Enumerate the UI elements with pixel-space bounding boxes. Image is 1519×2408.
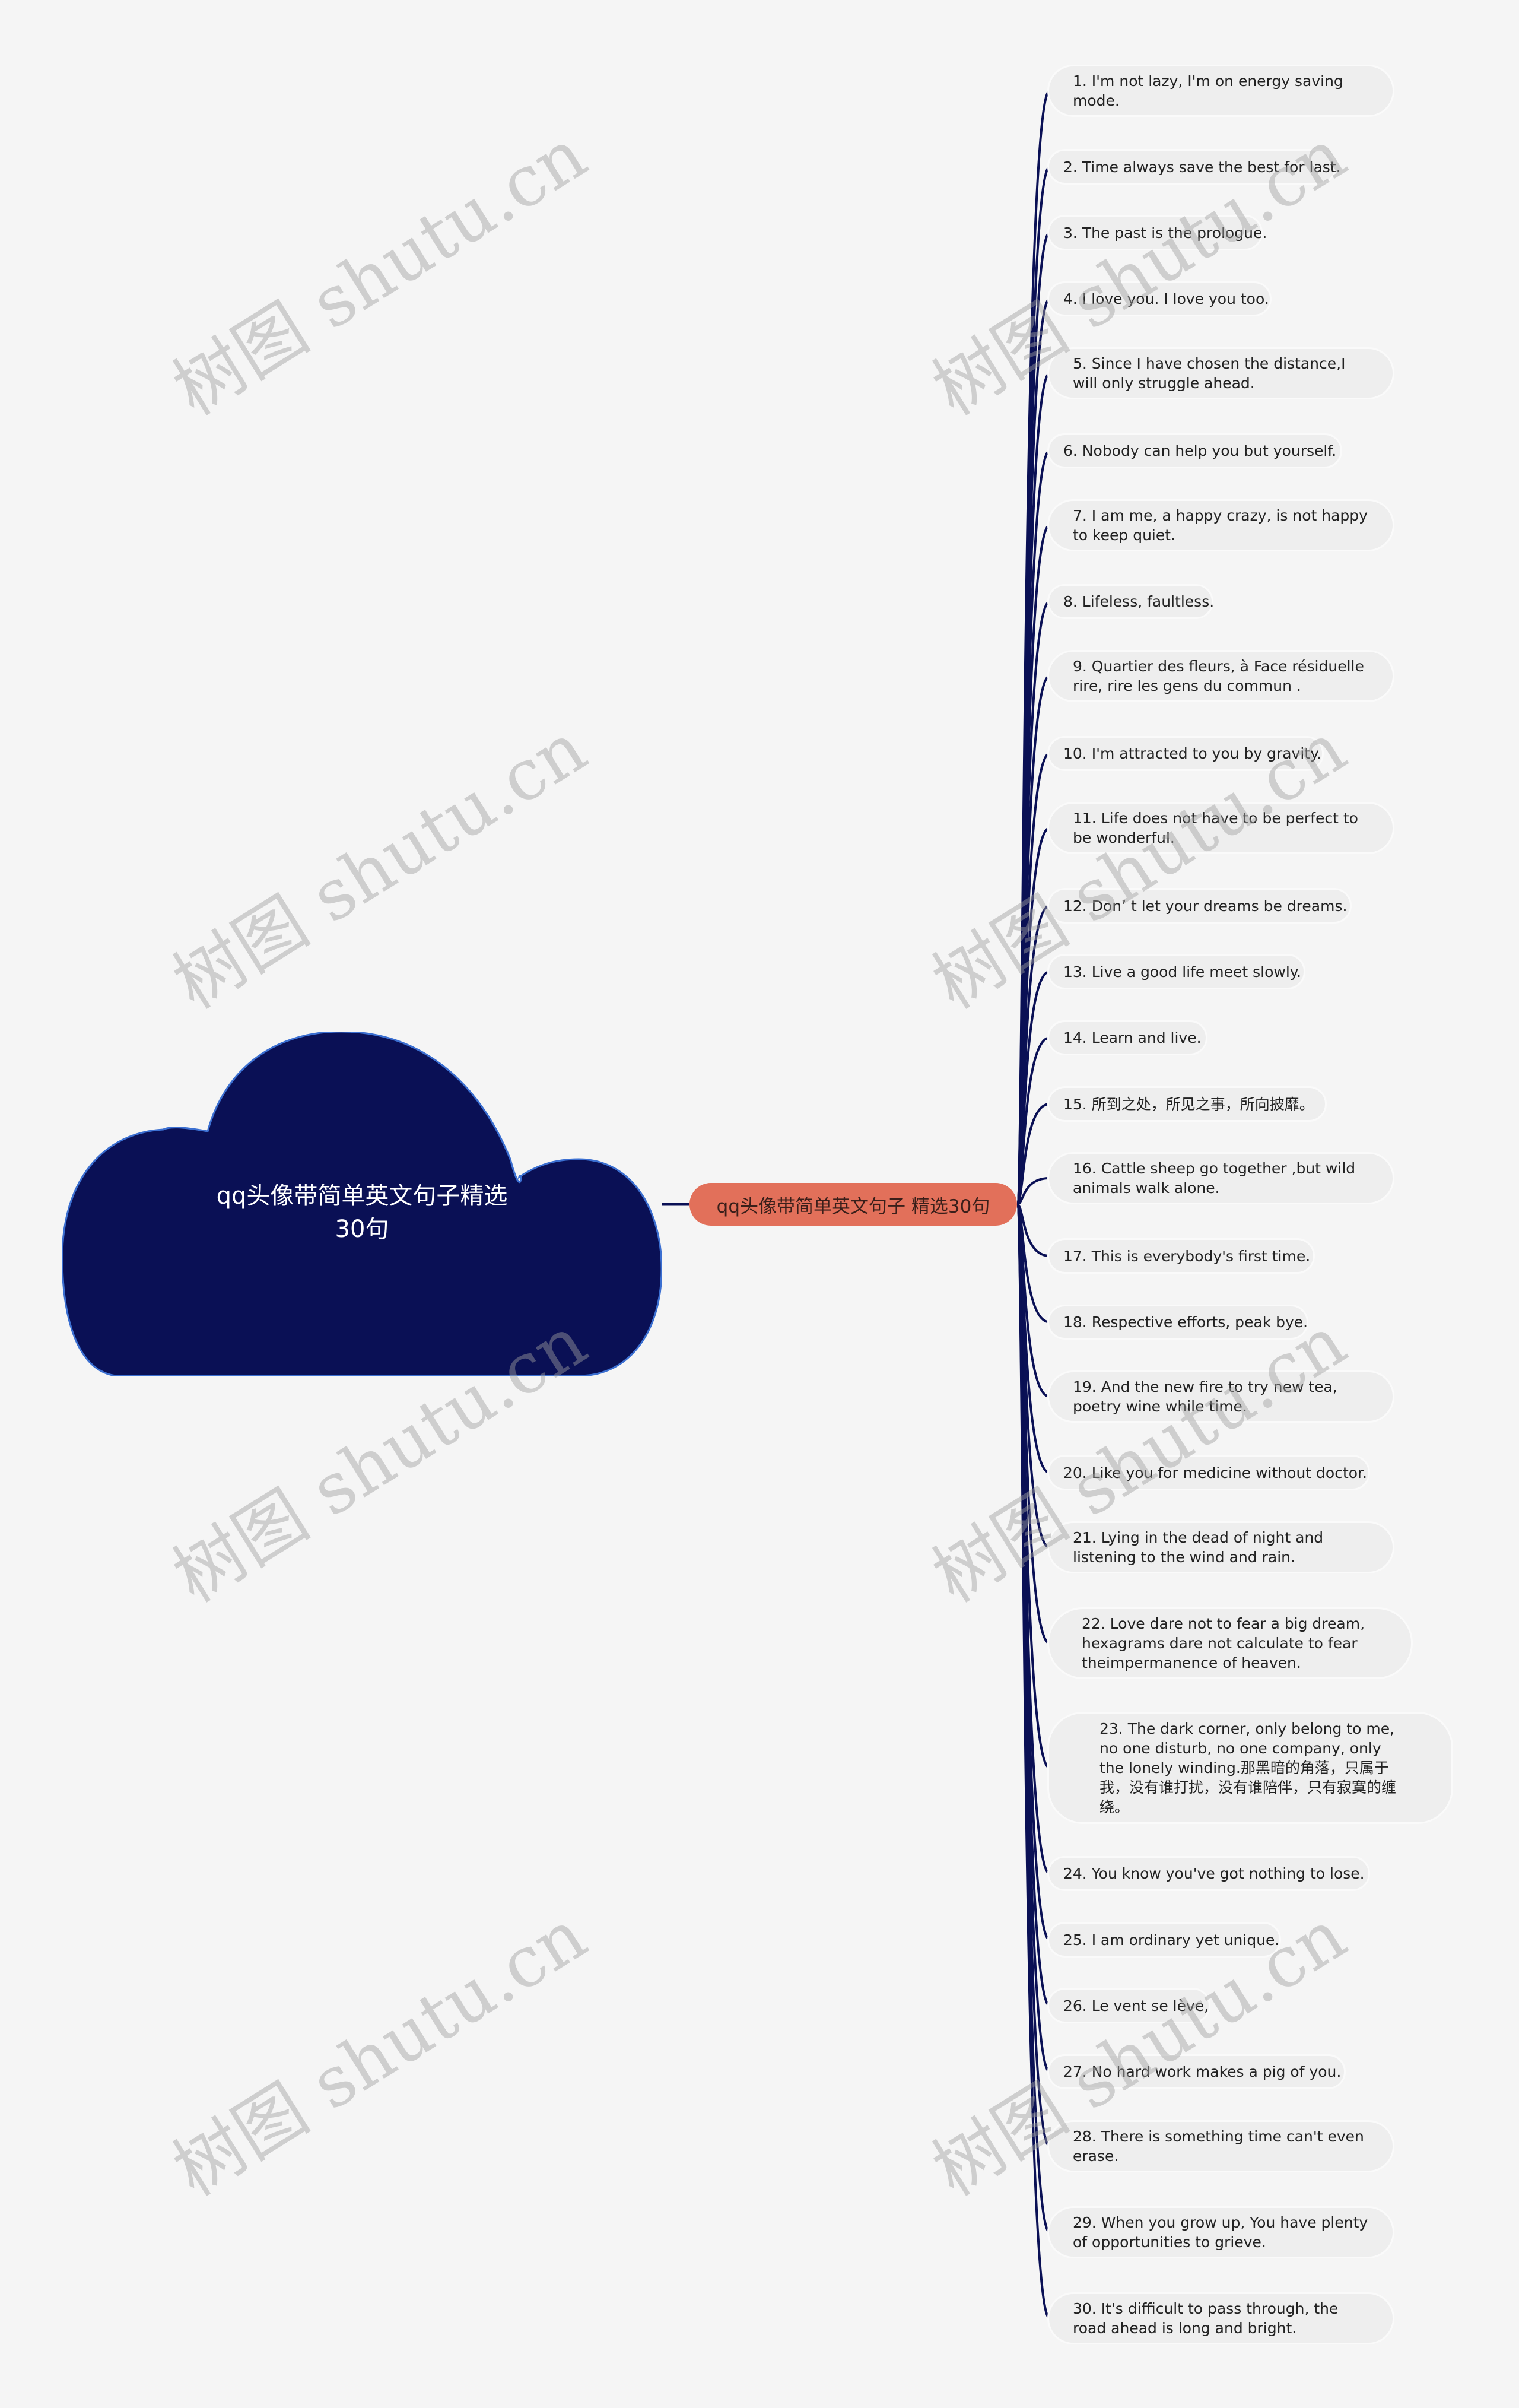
leaf-text: 6. Nobody can help you but yourself. [1063, 442, 1337, 459]
leaf-node-15[interactable]: 15. 所到之处，所见之事，所向披靡。 [1047, 1086, 1327, 1122]
leaf-node-8[interactable]: 8. Lifeless, faultless. [1047, 584, 1215, 619]
leaf-node-9[interactable]: 9. Quartier des fleurs, à Face résiduell… [1047, 650, 1394, 702]
leaf-text: 3. The past is the prologue. [1063, 224, 1267, 242]
leaf-text: 12. Don’ t let your dreams be dreams. [1063, 897, 1348, 915]
leaf-text: 27. No hard work makes a pig of you. [1063, 2063, 1342, 2080]
leaf-text: 19. And the new fire to try new tea, poe… [1073, 1378, 1337, 1415]
leaf-text: 30. It's difficult to pass through, the … [1073, 2300, 1339, 2337]
leaf-text: 18. Respective efforts, peak bye. [1063, 1314, 1308, 1331]
leaf-node-23[interactable]: 23. The dark corner, only belong to me, … [1047, 1712, 1453, 1824]
leaf-node-24[interactable]: 24. You know you've got nothing to lose. [1047, 1856, 1370, 1891]
leaf-text: 15. 所到之处，所见之事，所向披靡。 [1063, 1095, 1314, 1113]
leaf-node-17[interactable]: 17. This is everybody's first time. [1047, 1238, 1315, 1274]
leaf-node-28[interactable]: 28. There is something time can't even e… [1047, 2120, 1394, 2172]
leaf-text: 14. Learn and live. [1063, 1029, 1202, 1046]
leaf-text: 11. Life does not have to be perfect to … [1073, 810, 1358, 846]
leaf-node-10[interactable]: 10. I'm attracted to you by gravity. [1047, 736, 1324, 771]
leaf-text: 17. This is everybody's first time. [1063, 1247, 1311, 1265]
leaf-text: 1. I'm not lazy, I'm on energy saving mo… [1073, 72, 1343, 109]
leaf-node-30[interactable]: 30. It's difficult to pass through, the … [1047, 2292, 1394, 2344]
leaf-text: 25. I am ordinary yet unique. [1063, 1931, 1280, 1949]
leaf-node-6[interactable]: 6. Nobody can help you but yourself. [1047, 433, 1342, 468]
leaf-node-3[interactable]: 3. The past is the prologue. [1047, 215, 1267, 250]
leaf-node-14[interactable]: 14. Learn and live. [1047, 1020, 1207, 1055]
leaf-node-7[interactable]: 7. I am me, a happy crazy, is not happy … [1047, 499, 1394, 551]
root-topic-cloud[interactable]: qq头像带简单英文句子精选30句 [62, 1032, 662, 1376]
leaf-node-12[interactable]: 12. Don’ t let your dreams be dreams. [1047, 888, 1352, 924]
leaf-node-25[interactable]: 25. I am ordinary yet unique. [1047, 1922, 1281, 1958]
leaf-node-26[interactable]: 26. Le vent se lève, [1047, 1988, 1210, 2023]
leaf-text: 2. Time always save the best for last. [1063, 158, 1341, 176]
leaf-node-11[interactable]: 11. Life does not have to be perfect to … [1047, 802, 1394, 854]
leaf-text: 22. Love dare not to fear a big dream, h… [1082, 1615, 1365, 1671]
leaf-node-27[interactable]: 27. No hard work makes a pig of you. [1047, 2054, 1346, 2089]
leaf-text: 9. Quartier des fleurs, à Face résiduell… [1073, 658, 1364, 694]
leaf-node-19[interactable]: 19. And the new fire to try new tea, poe… [1047, 1370, 1394, 1423]
leaf-node-22[interactable]: 22. Love dare not to fear a big dream, h… [1047, 1607, 1413, 1679]
leaf-text: 28. There is something time can't even e… [1073, 2128, 1364, 2165]
leaf-text: 23. The dark corner, only belong to me, … [1099, 1720, 1397, 1816]
leaf-text: 29. When you grow up, You have plenty of… [1073, 2214, 1368, 2251]
leaf-text: 20. Like you for medicine without doctor… [1063, 1464, 1367, 1481]
leaf-node-21[interactable]: 21. Lying in the dead of night and liste… [1047, 1521, 1394, 1573]
main-topic-node[interactable]: qq头像带简单英文句子 精选30句 [689, 1183, 1017, 1226]
leaf-node-5[interactable]: 5. Since I have chosen the distance,I wi… [1047, 347, 1394, 399]
leaf-text: 16. Cattle sheep go together ,but wild a… [1073, 1160, 1356, 1197]
main-topic-label: qq头像带简单英文句子 精选30句 [716, 1195, 990, 1217]
leaf-node-29[interactable]: 29. When you grow up, You have plenty of… [1047, 2206, 1394, 2258]
leaf-node-18[interactable]: 18. Respective efforts, peak bye. [1047, 1305, 1308, 1340]
leaf-node-1[interactable]: 1. I'm not lazy, I'm on energy saving mo… [1047, 65, 1394, 117]
leaf-node-2[interactable]: 2. Time always save the best for last. [1047, 149, 1341, 185]
leaf-text: 7. I am me, a happy crazy, is not happy … [1073, 507, 1368, 544]
leaf-text: 26. Le vent se lève, [1063, 1997, 1209, 2014]
leaf-text: 10. I'm attracted to you by gravity. [1063, 745, 1322, 762]
root-title: qq头像带简单英文句子精选30句 [216, 1182, 508, 1243]
leaf-node-4[interactable]: 4. I love you. I love you too. [1047, 281, 1272, 316]
leaf-text: 8. Lifeless, faultless. [1063, 593, 1215, 610]
leaf-text: 21. Lying in the dead of night and liste… [1073, 1529, 1324, 1566]
leaf-node-16[interactable]: 16. Cattle sheep go together ,but wild a… [1047, 1152, 1394, 1204]
leaf-node-20[interactable]: 20. Like you for medicine without doctor… [1047, 1455, 1370, 1490]
leaf-node-13[interactable]: 13. Live a good life meet slowly. [1047, 954, 1305, 989]
leaf-text: 4. I love you. I love you too. [1063, 290, 1269, 307]
leaf-text: 13. Live a good life meet slowly. [1063, 963, 1301, 981]
leaf-text: 24. You know you've got nothing to lose. [1063, 1865, 1365, 1882]
leaf-text: 5. Since I have chosen the distance,I wi… [1073, 355, 1346, 392]
